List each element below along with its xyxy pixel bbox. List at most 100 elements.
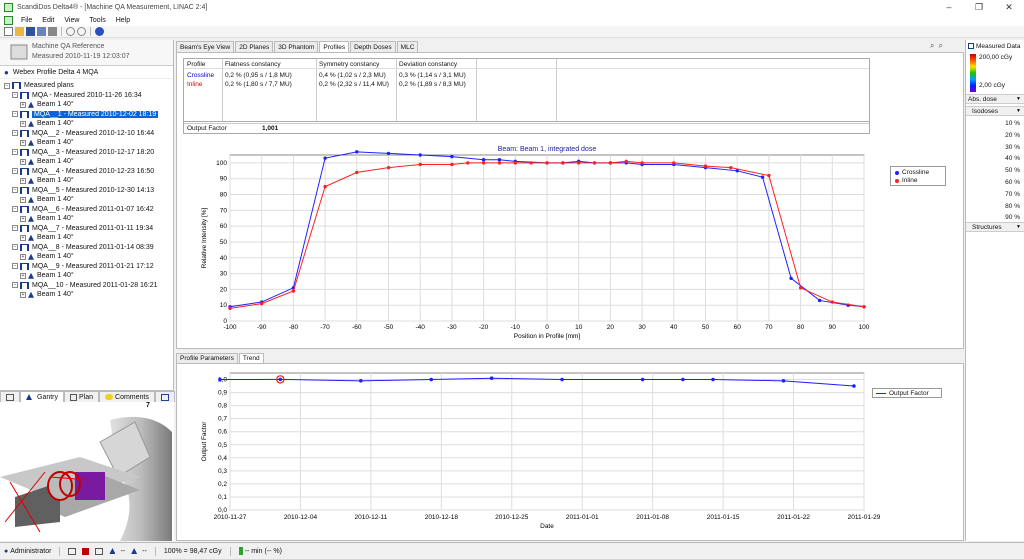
expand-toggle[interactable]: + <box>20 253 26 260</box>
tab-profiles[interactable]: Profiles <box>319 41 350 52</box>
expand-toggle[interactable]: + <box>20 120 26 127</box>
collapse-toggle[interactable]: − <box>4 82 10 89</box>
collapse-toggle[interactable]: − <box>12 187 18 194</box>
tab-depth-doses[interactable]: Depth Doses <box>350 41 396 52</box>
tree-beam-2[interactable]: + Beam 1 40° <box>20 138 74 148</box>
expand-toggle[interactable]: + <box>20 234 26 241</box>
tab-trend[interactable]: Trend <box>238 353 264 363</box>
tab-mlc[interactable]: MLC <box>396 41 419 52</box>
menu-tools[interactable]: Tools <box>84 17 110 24</box>
status-icon-c[interactable] <box>95 547 104 555</box>
status-misc-2[interactable]: -- <box>131 548 147 555</box>
help-icon[interactable] <box>95 27 104 36</box>
tree-beam-0[interactable]: + Beam 1 40° <box>20 100 74 110</box>
collapse-toggle[interactable]: − <box>12 282 18 289</box>
save-all-icon[interactable] <box>37 27 46 36</box>
open-icon[interactable] <box>15 27 24 36</box>
print-icon[interactable] <box>48 27 57 36</box>
tree-beam-9[interactable]: + Beam 1 40° <box>20 271 74 281</box>
tree-plan-1[interactable]: − MQA__1 - Measured 2010-12-02 18:19 <box>12 110 159 120</box>
restore-button[interactable]: ❐ <box>964 2 994 13</box>
collapse-toggle[interactable]: − <box>12 225 18 232</box>
tree-beam-5[interactable]: + Beam 1 40° <box>20 195 74 205</box>
tree-plan-8[interactable]: − MQA__8 - Measured 2011-01-14 08:39 <box>12 243 154 253</box>
collapse-toggle[interactable]: − <box>12 130 18 137</box>
tree-plan-9[interactable]: − MQA__9 - Measured 2011-01-21 17:12 <box>12 262 154 272</box>
tree-beam-1[interactable]: + Beam 1 40° <box>20 119 74 129</box>
zoom-in-icon[interactable]: ⌕ <box>930 41 934 51</box>
collapse-toggle[interactable]: − <box>12 111 18 118</box>
reference-box[interactable]: Machine QA Reference Measured 2010-11-19… <box>0 40 173 66</box>
isodose-1[interactable]: 20 % <box>1005 132 1020 139</box>
status-misc-1[interactable]: -- <box>109 548 125 555</box>
tree-plan-0[interactable]: − MQA - Measured 2010-11-26 16:34 <box>12 91 142 101</box>
minimize-button[interactable]: – <box>934 2 964 13</box>
user-status[interactable]: ● Administrator <box>4 548 51 555</box>
zoom-in-icon[interactable] <box>66 27 75 36</box>
isodose-4[interactable]: 50 % <box>1005 167 1020 174</box>
dose-mode-select[interactable]: Abs. dose ▼ <box>966 94 1024 104</box>
tree-plan-7[interactable]: − MQA__7 - Measured 2011-01-11 19:34 <box>12 224 153 234</box>
isodose-3[interactable]: 40 % <box>1005 155 1020 162</box>
isodose-6[interactable]: 70 % <box>1005 191 1020 198</box>
status-icon-a[interactable] <box>68 547 77 555</box>
tree-plan-10[interactable]: − MQA__10 - Measured 2011-01-28 16:21 <box>12 281 158 291</box>
isodose-8[interactable]: 90 % <box>1005 214 1020 221</box>
tree-beam-3[interactable]: + Beam 1 40° <box>20 157 74 167</box>
isodose-7[interactable]: 80 % <box>1005 203 1020 210</box>
status-icon-b[interactable] <box>82 547 90 555</box>
tree-beam-8[interactable]: + Beam 1 40° <box>20 252 74 262</box>
tree-plan-4[interactable]: − MQA__4 - Measured 2010-12-23 16:50 <box>12 167 154 177</box>
save-icon[interactable] <box>26 27 35 36</box>
expand-toggle[interactable]: + <box>20 158 26 165</box>
tab-comments[interactable]: Comments <box>99 391 155 402</box>
profile-chart[interactable]: -100 -90 -80 -70 -60 -50 -40 -30 -20 -10 0 10 20 30 40… <box>182 143 882 343</box>
tab-2d-planes[interactable]: 2D Planes <box>235 41 274 52</box>
close-button[interactable]: ✕ <box>994 2 1024 13</box>
zoom-out-icon[interactable] <box>77 27 86 36</box>
isodoses-header[interactable]: Isodoses ▼ <box>966 106 1024 116</box>
expand-toggle[interactable]: + <box>20 139 26 146</box>
tree-plan-2[interactable]: − MQA__2 - Measured 2010-12-10 16:44 <box>12 129 154 139</box>
tab-3d-phantom[interactable]: 3D Phantom <box>274 41 319 52</box>
trend-chart[interactable]: 2010-11-27 2010-12-04 2010-12-11 2010-12-18… <box>182 365 882 537</box>
structures-header[interactable]: Structures ▼ <box>966 222 1024 232</box>
tab-list[interactable] <box>0 391 20 402</box>
tab-beams-eye-view[interactable]: Beam's Eye View <box>176 41 235 52</box>
tab-profile-parameters[interactable]: Profile Parameters <box>176 353 238 363</box>
tree-plan-6[interactable]: − MQA__6 - Measured 2011-01-07 16:42 <box>12 205 154 215</box>
tree-beam-6[interactable]: + Beam 1 40° <box>20 214 74 224</box>
menu-view[interactable]: View <box>59 17 84 24</box>
expand-toggle[interactable]: + <box>20 291 26 298</box>
collapse-toggle[interactable]: − <box>12 244 18 251</box>
collapse-toggle[interactable]: − <box>12 92 18 99</box>
tree-beam-7[interactable]: + Beam 1 40° <box>20 233 74 243</box>
expand-toggle[interactable]: + <box>20 101 26 108</box>
tree-plan-3[interactable]: − MQA__3 - Measured 2010-12-17 18:20 <box>12 148 154 158</box>
isodose-5[interactable]: 60 % <box>1005 179 1020 186</box>
collapse-toggle[interactable]: − <box>12 263 18 270</box>
menu-file[interactable]: File <box>16 17 37 24</box>
isodose-2[interactable]: 30 % <box>1005 144 1020 151</box>
collapse-toggle[interactable]: − <box>12 149 18 156</box>
tree-root[interactable]: − Measured plans <box>4 81 74 91</box>
tab-plan[interactable]: Plan <box>64 391 100 402</box>
tree-plan-5[interactable]: − MQA__5 - Measured 2010-12-30 14:13 <box>12 186 154 196</box>
new-icon[interactable] <box>4 27 13 36</box>
expand-toggle[interactable]: + <box>20 196 26 203</box>
collapse-toggle[interactable]: − <box>12 168 18 175</box>
expand-toggle[interactable]: + <box>20 215 26 222</box>
tab-grid[interactable] <box>154 391 175 402</box>
expand-toggle[interactable]: + <box>20 177 26 184</box>
gantry-3d-view[interactable]: 7 <box>0 402 174 541</box>
menu-edit[interactable]: Edit <box>37 17 59 24</box>
tab-gantry[interactable]: Gantry <box>20 391 65 402</box>
device-row[interactable]: ● Webex Profile Delta 4 MQA <box>0 66 173 79</box>
isodose-0[interactable]: 10 % <box>1005 120 1020 127</box>
expand-toggle[interactable]: + <box>20 272 26 279</box>
menu-help[interactable]: Help <box>111 17 135 24</box>
tree-beam-4[interactable]: + Beam 1 40° <box>20 176 74 186</box>
zoom-out-icon[interactable]: ⌕ <box>938 41 942 51</box>
collapse-toggle[interactable]: − <box>12 206 18 213</box>
tree-beam-10[interactable]: + Beam 1 40° <box>20 290 74 300</box>
